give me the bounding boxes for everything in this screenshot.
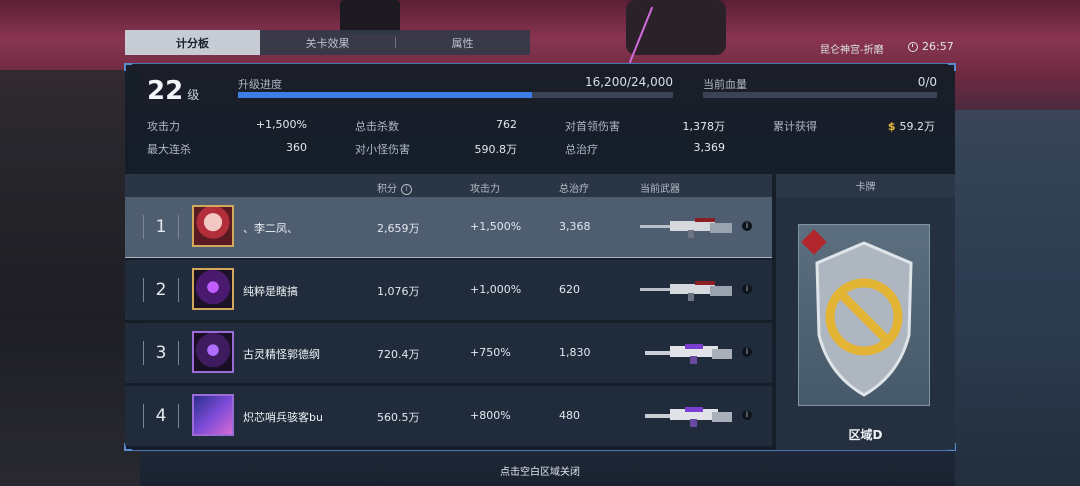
header-card: 卡牌: [776, 174, 955, 197]
avatar[interactable]: [192, 331, 234, 373]
progress-label: 升级进度: [238, 78, 282, 91]
level-unit: 级: [187, 88, 200, 102]
rifle-icon: [645, 407, 732, 427]
player-heal: 480: [559, 409, 580, 422]
coin-icon: $: [887, 120, 896, 133]
game-timer: 26:57: [908, 40, 954, 53]
player-heal: 1,830: [559, 346, 591, 359]
tab-stage-effects[interactable]: 关卡效果: [260, 30, 395, 55]
weapon-info-icon[interactable]: i: [742, 221, 752, 231]
avatar[interactable]: [192, 268, 234, 310]
stat-label-total-earned: 累计获得: [773, 120, 817, 133]
rifle-icon: [640, 281, 732, 301]
stat-value-total-kills: 762: [496, 118, 517, 131]
weapon-info-icon[interactable]: i: [742, 284, 752, 294]
header-score: 积分 i: [377, 180, 412, 195]
player-score: 720.4万: [377, 348, 420, 361]
avatar[interactable]: [192, 205, 234, 247]
rifle-icon: [640, 218, 732, 238]
player-name: 纯粹是瞎搞: [243, 285, 298, 298]
rifle-icon: [645, 344, 732, 364]
player-attack: +1,500%: [470, 220, 522, 233]
header-attack: 攻击力: [470, 184, 500, 195]
stat-label-max-streak: 最大连杀: [147, 143, 191, 156]
stat-label-total-kills: 总击杀数: [355, 120, 399, 133]
stat-label-mob-damage: 对小怪伤害: [355, 143, 410, 156]
tab-attributes[interactable]: 属性: [395, 30, 530, 55]
player-name: 炽芯哨兵骇客bu: [243, 411, 323, 424]
location-label: 昆仑神宫-折磨: [820, 45, 884, 56]
card-column: 卡牌 区域D: [776, 174, 955, 450]
player-attack: +800%: [470, 409, 511, 422]
player-name: 、李二凤、: [243, 222, 298, 235]
weapon-info-icon[interactable]: i: [742, 347, 752, 357]
avatar[interactable]: [192, 394, 234, 436]
hp-bar: [703, 92, 937, 98]
row-rank: 2: [139, 260, 183, 320]
stat-value-max-streak: 360: [286, 141, 307, 154]
player-heal: 620: [559, 283, 580, 296]
level-progress-fill: [238, 92, 532, 98]
level-number: 22: [147, 76, 184, 106]
stat-value-attack: +1,500%: [255, 118, 307, 131]
player-name: 古灵精怪郭德纲: [243, 348, 320, 361]
stat-value-total-earned: $59.2万: [865, 118, 935, 134]
earned-amount: 59.2万: [899, 120, 936, 133]
stat-label-attack: 攻击力: [147, 120, 180, 133]
progress-value: 16,200/24,000: [584, 75, 673, 89]
background-statue: [340, 0, 400, 34]
stat-value-total-heal: 3,369: [693, 141, 726, 154]
background-sea-right: [955, 110, 1080, 486]
row-rank: 4: [139, 386, 183, 446]
table-row[interactable]: 1 、李二凤、 2,659万 +1,500% 3,368 i: [125, 197, 772, 258]
stat-label-boss-damage: 对首领伤害: [565, 120, 620, 133]
player-score: 2,659万: [377, 222, 420, 235]
background-figure: [626, 0, 726, 55]
weapon-info-icon[interactable]: i: [742, 410, 752, 420]
player-attack: +1,000%: [470, 283, 522, 296]
player-attack: +750%: [470, 346, 511, 359]
row-rank: 1: [139, 197, 183, 257]
shield-icon: [801, 229, 913, 397]
header-weapon: 当前武器: [640, 184, 680, 195]
header-heal: 总治疗: [559, 184, 589, 195]
hp-value: 0/0: [917, 75, 937, 89]
table-row[interactable]: 2 纯粹是瞎搞 1,076万 +1,000% 620 i: [125, 260, 772, 320]
level-progress-bar: [238, 92, 673, 98]
close-hint[interactable]: 点击空白区域关闭: [0, 463, 1080, 478]
scoreboard-panel: 22 级 升级进度 16,200/24,000 当前血量 0/0 攻击力 +1,…: [124, 63, 956, 451]
row-rank: 3: [139, 323, 183, 383]
card-label: 区域D: [848, 428, 883, 442]
clock-icon: [908, 41, 918, 52]
panel-corner: [948, 63, 956, 71]
table-row[interactable]: 4 炽芯哨兵骇客bu 560.5万 +800% 480 i: [125, 386, 772, 446]
player-heal: 3,368: [559, 220, 591, 233]
tab-bar: 计分板 关卡效果 属性: [125, 30, 530, 55]
info-icon[interactable]: i: [401, 183, 412, 195]
header-score-label: 积分: [377, 184, 397, 195]
player-score: 1,076万: [377, 285, 420, 298]
timer-value: 26:57: [922, 40, 954, 53]
player-score: 560.5万: [377, 411, 420, 424]
panel-corner: [124, 63, 132, 71]
hp-label: 当前血量: [703, 78, 747, 91]
stat-value-mob-damage: 590.8万: [474, 143, 518, 156]
table-row[interactable]: 3 古灵精怪郭德纲 720.4万 +750% 1,830 i: [125, 323, 772, 383]
table-header: 积分 i 攻击力 总治疗 当前武器: [125, 174, 772, 197]
tab-scoreboard[interactable]: 计分板: [125, 30, 260, 55]
stat-label-total-heal: 总治疗: [565, 143, 598, 156]
zone-card[interactable]: [798, 224, 930, 406]
player-level: 22 级: [147, 76, 199, 106]
stat-value-boss-damage: 1,378万: [682, 120, 726, 133]
background-rocks-left: [0, 70, 140, 486]
